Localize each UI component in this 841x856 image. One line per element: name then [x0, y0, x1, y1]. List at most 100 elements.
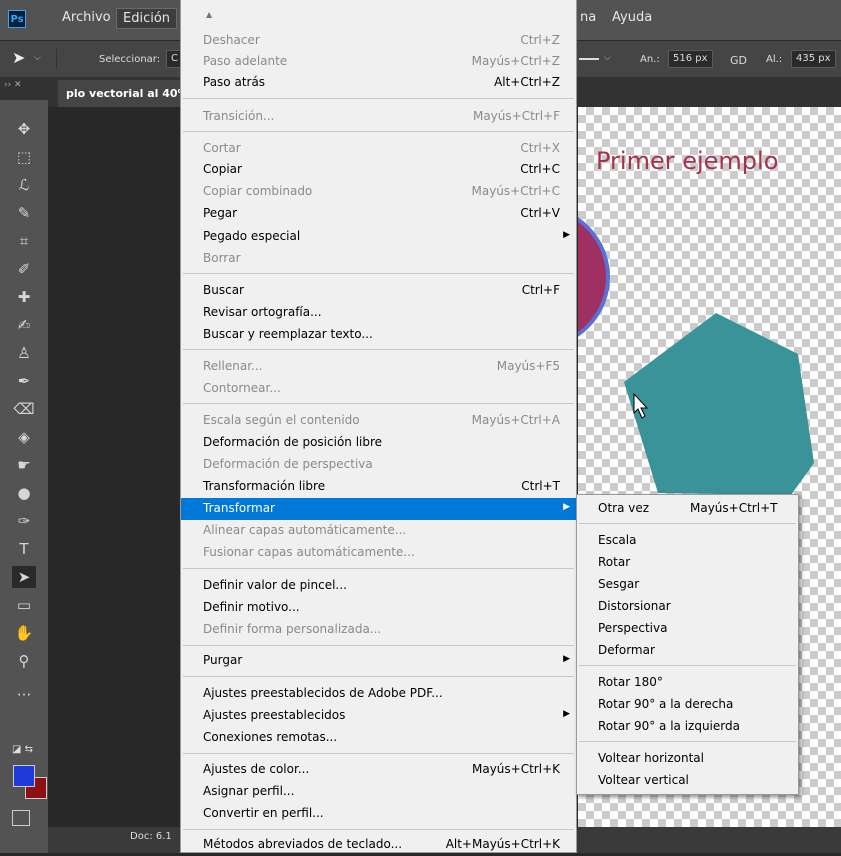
menu-item-buscar[interactable]: Buscar Ctrl+F: [181, 280, 576, 302]
menu-item-copiar-combinado[interactable]: Copiar combinado Mayús+Ctrl+C: [181, 181, 576, 203]
width-input[interactable]: 516 px: [668, 50, 713, 68]
menu-separator: [579, 523, 796, 524]
submenu-item-otra-vez[interactable]: Otra vez Mayús+Ctrl+T: [577, 498, 798, 520]
hexagon-shape: [624, 313, 814, 495]
menu-item-contornear[interactable]: Contornear...: [181, 378, 576, 400]
menu-item-fusionar-capas[interactable]: Fusionar capas automáticamente...: [181, 542, 576, 564]
menu-item-definir-motivo[interactable]: Definir motivo...: [181, 597, 576, 619]
menu-item-cortar[interactable]: Cortar Ctrl+X: [181, 138, 576, 160]
history-brush-icon[interactable]: ✒: [12, 370, 36, 392]
clone-stamp-icon[interactable]: ♙: [12, 342, 36, 364]
menu-archivo[interactable]: Archivo: [62, 10, 111, 25]
smudge-icon[interactable]: ☛: [12, 454, 36, 476]
menu-item-conexiones-remotas[interactable]: Conexiones remotas...: [181, 727, 576, 749]
select-label: Seleccionar:: [99, 54, 161, 65]
menu-edicion[interactable]: Edición: [116, 8, 178, 29]
height-input[interactable]: 435 px: [791, 50, 836, 68]
menu-item-pegar[interactable]: Pegar Ctrl+V: [181, 203, 576, 225]
move-icon[interactable]: ✥: [12, 118, 36, 140]
healing-brush-icon[interactable]: ✚: [12, 286, 36, 308]
menu-item-ajustes-pdf[interactable]: Ajustes preestablecidos de Adobe PDF...: [181, 683, 576, 705]
submenu-item-rotar-180[interactable]: Rotar 180°: [577, 672, 798, 694]
dodge-icon[interactable]: ●: [12, 482, 36, 504]
menu-item-paso-adelante[interactable]: Paso adelante Mayús+Ctrl+Z: [181, 51, 576, 73]
submenu-item-rotar[interactable]: Rotar: [577, 552, 798, 574]
eyedropper-icon[interactable]: ✐: [12, 258, 36, 280]
photoshop-logo-icon: Ps: [8, 10, 26, 28]
submenu-item-voltear-horizontal[interactable]: Voltear horizontal: [577, 748, 798, 770]
link-icon[interactable]: GD: [730, 54, 747, 67]
eraser-icon[interactable]: ⌫: [12, 398, 36, 420]
menu-item-transformar[interactable]: Transformar ▶: [181, 498, 576, 520]
path-select-tool-icon[interactable]: ➤: [12, 48, 25, 67]
menu-item-convertir-perfil[interactable]: Convertir en perfil...: [181, 803, 576, 825]
submenu-arrow-icon: ▶: [563, 502, 570, 512]
submenu-item-perspectiva[interactable]: Perspectiva: [577, 618, 798, 640]
lasso-icon[interactable]: ℒ: [12, 174, 36, 196]
menu-item-purgar[interactable]: Purgar ▶: [181, 650, 576, 672]
submenu-item-escala[interactable]: Escala: [577, 530, 798, 552]
menu-separator: [183, 273, 574, 274]
submenu-item-sesgar[interactable]: Sesgar: [577, 574, 798, 596]
submenu-item-rotar-90-izquierda[interactable]: Rotar 90° a la izquierda: [577, 716, 798, 738]
submenu-item-rotar-90-derecha[interactable]: Rotar 90° a la derecha: [577, 694, 798, 716]
crop-icon[interactable]: ⌗: [12, 230, 36, 252]
menu-separator: [579, 665, 796, 666]
more-tools-icon[interactable]: ···: [12, 684, 36, 706]
menu-separator: [183, 676, 574, 677]
zoom-icon[interactable]: ⚲: [12, 650, 36, 672]
menu-item-asignar-perfil[interactable]: Asignar perfil...: [181, 781, 576, 803]
hand-icon[interactable]: ✋: [12, 622, 36, 644]
menu-item-deformacion-posicion[interactable]: Deformación de posición libre: [181, 432, 576, 454]
menu-item-paso-atras[interactable]: Paso atrás Alt+Ctrl+Z: [181, 72, 576, 94]
chevron-down-icon[interactable]: ⌵: [34, 53, 41, 63]
menu-item-definir-forma[interactable]: Definir forma personalizada...: [181, 619, 576, 641]
menu-separator: [183, 568, 574, 569]
submenu-item-voltear-vertical[interactable]: Voltear vertical: [577, 770, 798, 792]
menu-item-definir-pincel[interactable]: Definir valor de pincel...: [181, 575, 576, 597]
collapse-panel-icon[interactable]: ›› ✕: [4, 80, 22, 90]
divider: [56, 49, 57, 69]
rectangle-icon[interactable]: ▭: [12, 594, 36, 616]
menu-item-borrar[interactable]: Borrar: [181, 248, 576, 270]
menu-separator: [183, 98, 574, 99]
paint-bucket-icon[interactable]: ◈: [12, 426, 36, 448]
menu-item-escala-contenido[interactable]: Escala según el contenido Mayús+Ctrl+A: [181, 410, 576, 432]
menu-item-transicion[interactable]: Transición... Mayús+Ctrl+F: [181, 106, 576, 128]
default-colors-icon[interactable]: ◪ ⇆: [12, 744, 33, 755]
foreground-color-swatch[interactable]: [13, 765, 35, 787]
edit-menu: ▲ Deshacer Ctrl+Z Paso adelante Mayús+Ctrl…: [180, 0, 577, 853]
menu-ayuda[interactable]: Ayuda: [612, 10, 652, 25]
menu-item-alinear-capas[interactable]: Alinear capas automáticamente...: [181, 520, 576, 542]
canvas-title-text: Primer ejemplo: [596, 147, 779, 175]
menu-item-deformacion-perspectiva[interactable]: Deformación de perspectiva: [181, 454, 576, 476]
menu-item-ajustes-preestablecidos[interactable]: Ajustes preestablecidos ▶: [181, 705, 576, 727]
menu-item-transformacion-libre[interactable]: Transformación libre Ctrl+T: [181, 476, 576, 498]
menu-item-buscar-reemplazar[interactable]: Buscar y reemplazar texto...: [181, 324, 576, 346]
menu-separator: [183, 753, 574, 754]
quick-mask-icon[interactable]: [12, 810, 30, 826]
menu-separator: [579, 741, 796, 742]
menu-separator: [183, 645, 574, 646]
doc-size-status[interactable]: Doc: 6.1: [130, 831, 172, 842]
type-icon[interactable]: T: [12, 538, 36, 560]
menu-item-ajustes-color[interactable]: Ajustes de color... Mayús+Ctrl+K: [181, 759, 576, 781]
quick-select-icon[interactable]: ✎: [12, 202, 36, 224]
menu-item-revisar-ortografia[interactable]: Revisar ortografía...: [181, 302, 576, 324]
path-select-icon[interactable]: ➤: [12, 566, 36, 588]
marquee-icon[interactable]: ⬚: [12, 146, 36, 168]
menu-separator: [183, 403, 574, 404]
pen-icon[interactable]: ✑: [12, 510, 36, 532]
menu-item-deshacer[interactable]: Deshacer Ctrl+Z: [181, 30, 576, 52]
menu-item-pegado-especial[interactable]: Pegado especial ▶: [181, 226, 576, 248]
brush-icon[interactable]: ✍: [12, 314, 36, 336]
menu-item-rellenar[interactable]: Rellenar... Mayús+F5: [181, 356, 576, 378]
scroll-up-icon[interactable]: ▲: [206, 10, 212, 19]
stroke-line-icon[interactable]: [579, 58, 599, 60]
submenu-item-distorsionar[interactable]: Distorsionar: [577, 596, 798, 618]
menu-ventana[interactable]: na: [580, 10, 596, 25]
transform-submenu: Otra vez Mayús+Ctrl+T Escala Rotar Sesgar…: [576, 494, 799, 795]
menu-item-copiar[interactable]: Copiar Ctrl+C: [181, 159, 576, 181]
submenu-item-deformar[interactable]: Deformar: [577, 640, 798, 662]
chevron-down-icon[interactable]: ⌵: [604, 53, 611, 63]
